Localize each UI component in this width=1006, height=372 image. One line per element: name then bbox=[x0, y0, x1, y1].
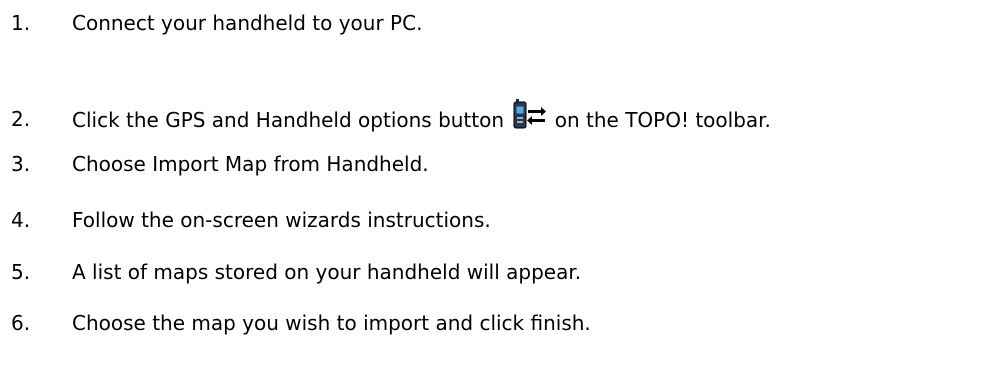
step-text-with-icon: Click the GPS and Handheld options butto… bbox=[72, 99, 771, 135]
step-text: A list of maps stored on your handheld w… bbox=[72, 260, 582, 284]
step-number: 4. bbox=[11, 208, 31, 232]
gps-handheld-options-icon bbox=[512, 99, 547, 133]
instruction-steps-list: 1. Connect your handheld to your PC. 2. … bbox=[0, 0, 1006, 372]
step-text: Connect your handheld to your PC. bbox=[72, 11, 423, 35]
step-number: 1. bbox=[11, 11, 31, 35]
step-text: Choose Import Map from Handheld. bbox=[72, 152, 429, 176]
step-number: 2. bbox=[11, 107, 31, 131]
step-text-after-icon: on the TOPO! toolbar. bbox=[554, 108, 771, 132]
step-text-before-icon: Click the GPS and Handheld options butto… bbox=[72, 108, 505, 132]
step-number: 6. bbox=[11, 311, 31, 335]
step-number: 5. bbox=[11, 260, 31, 284]
step-number: 3. bbox=[11, 152, 31, 176]
step-text: Follow the on-screen wizards instruction… bbox=[72, 208, 491, 232]
step-text: Choose the map you wish to import and cl… bbox=[72, 311, 591, 335]
